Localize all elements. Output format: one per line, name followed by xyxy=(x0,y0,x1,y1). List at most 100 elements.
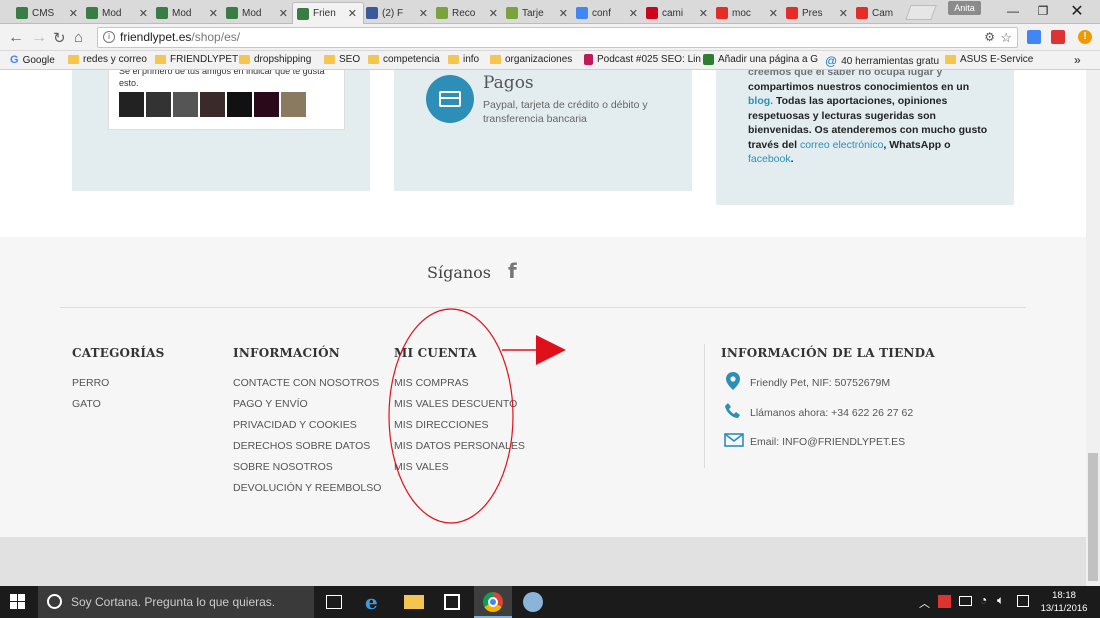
profile-badge[interactable]: Anita xyxy=(948,1,981,15)
bookmark-label: info xyxy=(463,54,480,65)
folder-icon xyxy=(368,55,379,64)
scrollbar-thumb[interactable] xyxy=(1088,453,1098,581)
browser-tab[interactable]: Tarje ✕ xyxy=(502,2,574,24)
bookmark-item[interactable]: redes y correo xyxy=(68,54,147,65)
bookmark-item[interactable]: competencia xyxy=(368,54,440,65)
battery-icon[interactable] xyxy=(959,596,972,606)
tab-favicon-icon xyxy=(226,7,238,19)
adblock-extension-icon[interactable] xyxy=(1051,30,1065,44)
tab-title: Tarje xyxy=(522,7,544,19)
browser-tab[interactable]: Pres ✕ xyxy=(782,2,854,24)
close-window-button[interactable]: ✕ xyxy=(1062,0,1092,22)
alert-icon[interactable]: ! xyxy=(1078,30,1092,44)
browser-tab[interactable]: cami ✕ xyxy=(642,2,714,24)
tab-close-icon[interactable]: ✕ xyxy=(209,7,218,20)
wifi-icon[interactable]: ◔ xyxy=(980,593,987,607)
clock-time: 18:18 xyxy=(1052,590,1076,601)
store-icon[interactable] xyxy=(444,594,460,610)
tray-app-icon[interactable] xyxy=(938,595,951,608)
folder-icon xyxy=(324,55,335,64)
browser-tab[interactable]: (2) F ✕ xyxy=(362,2,434,24)
bookmark-item[interactable]: ASUS E-Service xyxy=(945,54,1033,65)
tab-close-icon[interactable]: ✕ xyxy=(699,7,708,20)
tab-title: conf xyxy=(592,7,611,19)
bookmark-label: competencia xyxy=(383,54,440,65)
cortana-icon xyxy=(47,594,62,609)
bookmark-item[interactable]: SEO xyxy=(324,54,360,65)
bookmark-item[interactable]: dropshipping xyxy=(239,54,311,65)
tab-close-icon[interactable]: ✕ xyxy=(419,7,428,20)
bookmark-label: Podcast #025 SEO: Lin xyxy=(597,54,701,65)
back-icon[interactable]: ← xyxy=(8,29,24,47)
folder-icon xyxy=(490,55,501,64)
chrome-icon xyxy=(483,592,503,612)
browser-tab[interactable]: moc ✕ xyxy=(712,2,784,24)
tab-close-icon[interactable]: ✕ xyxy=(69,7,78,20)
forward-icon[interactable]: → xyxy=(31,29,47,47)
at-icon: @ xyxy=(825,54,838,68)
new-tab-button[interactable] xyxy=(905,5,937,20)
tab-close-icon[interactable]: ✕ xyxy=(279,7,288,20)
tab-title: Reco xyxy=(452,7,476,19)
tab-favicon-icon xyxy=(576,7,588,19)
browser-tab[interactable]: Mod ✕ xyxy=(82,2,154,24)
bookmark-label: Google xyxy=(22,54,55,66)
tray-chevron-icon[interactable]: ︿ xyxy=(919,595,930,611)
home-icon[interactable]: ⌂ xyxy=(74,29,83,46)
edge-icon[interactable]: e xyxy=(365,592,385,612)
translate-icon[interactable]: ⚙ xyxy=(984,28,995,47)
browser-tab[interactable]: Mod ✕ xyxy=(152,2,224,24)
tab-favicon-icon xyxy=(297,7,309,20)
maximize-button[interactable]: ❐ xyxy=(1028,0,1058,22)
bookmark-label: ASUS E-Service xyxy=(960,54,1034,65)
browser-tab[interactable]: Frien ✕ xyxy=(292,2,364,24)
folder-icon xyxy=(155,55,166,64)
bookmark-item[interactable]: Añadir una página a G xyxy=(703,54,818,65)
reload-icon[interactable]: ↻ xyxy=(53,29,66,47)
browser-tab[interactable]: Mod ✕ xyxy=(222,2,294,24)
tab-title: (2) F xyxy=(382,7,404,19)
clock[interactable]: 18:18 13/11/2016 xyxy=(1040,589,1088,615)
bookmark-item[interactable]: info xyxy=(448,54,479,65)
site-info-icon[interactable]: i xyxy=(103,31,115,43)
volume-icon[interactable]: 🔈︎ xyxy=(997,593,1004,608)
bookmark-label: redes y correo xyxy=(83,54,147,65)
url-field[interactable]: i friendlypet.es/shop/es/ ⚙ ☆ xyxy=(97,27,1018,48)
windows-start-icon[interactable] xyxy=(10,594,30,614)
task-view-icon[interactable] xyxy=(326,595,342,609)
bookmark-item[interactable]: G Google xyxy=(10,54,55,66)
paint-icon[interactable] xyxy=(523,592,543,612)
tab-close-icon[interactable]: ✕ xyxy=(489,7,498,20)
tab-close-icon[interactable]: ✕ xyxy=(348,7,357,20)
minimize-button[interactable]: — xyxy=(998,0,1028,22)
page-scrollbar[interactable] xyxy=(1086,70,1100,586)
folder-icon xyxy=(945,55,956,64)
tab-favicon-icon xyxy=(16,7,28,19)
cortana-search-box[interactable]: Soy Cortana. Pregunta lo que quieras. xyxy=(38,586,314,618)
tab-close-icon[interactable]: ✕ xyxy=(629,7,638,20)
extension-icon[interactable] xyxy=(1027,30,1041,44)
tab-close-icon[interactable]: ✕ xyxy=(139,7,148,20)
browser-tab[interactable]: conf ✕ xyxy=(572,2,644,24)
browser-tab[interactable]: CMS ✕ xyxy=(12,2,84,24)
tab-favicon-icon xyxy=(786,7,798,19)
bookmark-item[interactable]: Podcast #025 SEO: Lin xyxy=(584,54,701,65)
tab-close-icon[interactable]: ✕ xyxy=(769,7,778,20)
tab-favicon-icon xyxy=(436,7,448,19)
url-host: friendlypet.es xyxy=(120,30,192,44)
notifications-icon[interactable] xyxy=(1017,595,1029,607)
clock-date: 13/11/2016 xyxy=(1040,603,1088,614)
bookmark-item[interactable]: @40 herramientas gratu xyxy=(825,54,939,68)
bookmarks-more-button[interactable]: » xyxy=(1074,53,1081,67)
highlight-ellipse xyxy=(388,308,514,524)
tab-close-icon[interactable]: ✕ xyxy=(559,7,568,20)
bookmark-item[interactable]: FRIENDLYPET xyxy=(155,54,238,65)
file-explorer-icon[interactable] xyxy=(404,595,424,609)
tab-title: Pres xyxy=(802,7,823,19)
chrome-taskbar-button[interactable] xyxy=(474,586,512,618)
tab-close-icon[interactable]: ✕ xyxy=(839,7,848,20)
browser-tab[interactable]: Reco ✕ xyxy=(432,2,504,24)
star-icon[interactable]: ☆ xyxy=(1000,28,1012,47)
tab-title: Mod xyxy=(172,7,192,19)
bookmark-item[interactable]: organizaciones xyxy=(490,54,572,65)
